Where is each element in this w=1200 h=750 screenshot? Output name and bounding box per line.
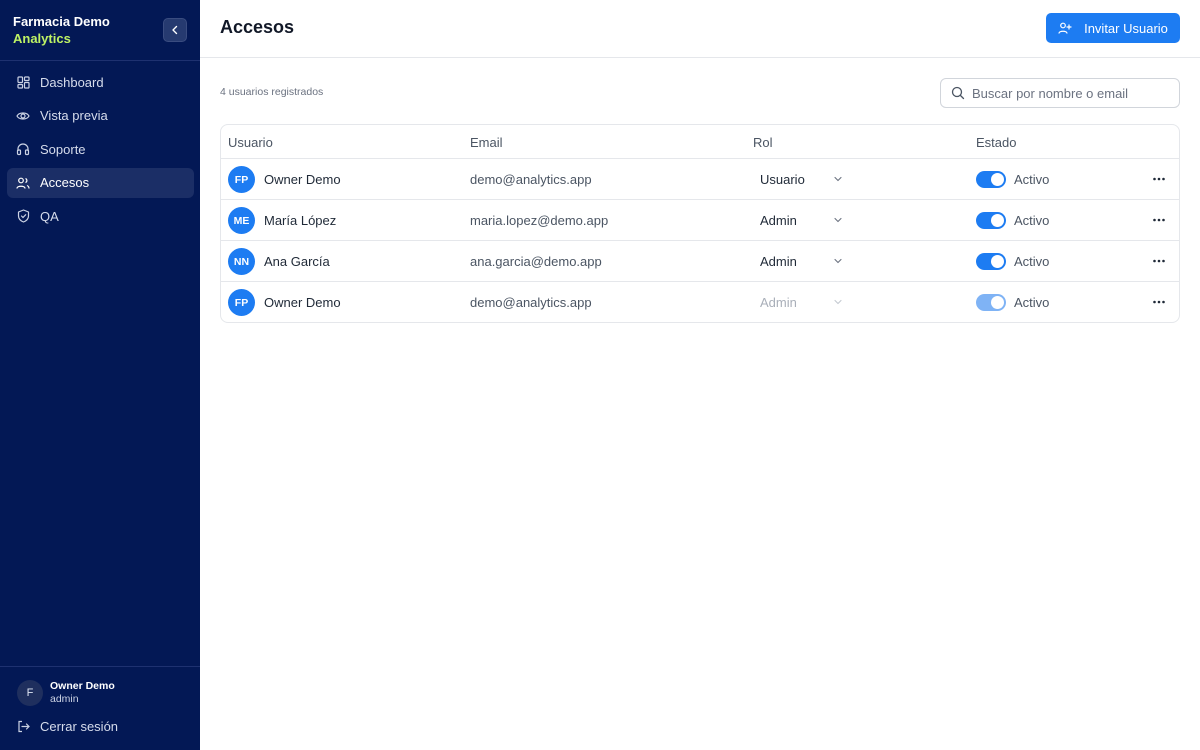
status-label: Activo bbox=[1014, 254, 1050, 269]
logout-label: Cerrar sesión bbox=[40, 719, 119, 734]
search-input[interactable] bbox=[972, 85, 1172, 101]
avatar: F bbox=[17, 680, 43, 706]
status-label: Activo bbox=[1014, 213, 1050, 228]
sidebar-divider bbox=[0, 60, 200, 61]
table-row: NN Ana García ana.garcia@demo.app Admin … bbox=[221, 241, 1179, 282]
page-title: Accesos bbox=[220, 17, 295, 37]
status-label: Activo bbox=[1014, 295, 1050, 310]
more-horizontal-icon bbox=[1153, 259, 1165, 263]
sidebar-item-accesos[interactable]: Accesos bbox=[7, 167, 194, 198]
brand-name: Farmacia Demo bbox=[13, 14, 110, 29]
status-toggle[interactable] bbox=[976, 253, 1006, 270]
table-row: ME María López maria.lopez@demo.app Admi… bbox=[221, 200, 1179, 241]
chevron-down-icon bbox=[834, 217, 842, 223]
user-email: ana.garcia@demo.app bbox=[470, 254, 602, 269]
sidebar-item-dashboard[interactable]: Dashboard bbox=[7, 67, 194, 97]
user-email: maria.lopez@demo.app bbox=[470, 213, 609, 228]
sidebar-divider bbox=[0, 666, 200, 667]
column-header-rol[interactable]: Rol bbox=[753, 135, 773, 150]
toggle-knob bbox=[991, 173, 1004, 186]
avatar: ME bbox=[228, 207, 255, 234]
grid-icon bbox=[16, 75, 30, 89]
table-row: FP Owner Demo demo@analytics.app Usuario… bbox=[221, 159, 1179, 200]
avatar: FP bbox=[228, 289, 255, 316]
user-plus-icon bbox=[1058, 21, 1072, 35]
role-value: Admin bbox=[760, 253, 797, 269]
user-email: demo@analytics.app bbox=[470, 172, 592, 187]
avatar: NN bbox=[228, 248, 255, 275]
eye-icon bbox=[16, 109, 30, 123]
user-name: Owner Demo bbox=[264, 295, 341, 310]
invite-label: Invitar Usuario bbox=[1084, 20, 1168, 36]
toggle-knob bbox=[991, 255, 1004, 268]
toggle-knob bbox=[991, 296, 1004, 309]
collapse-sidebar-button[interactable] bbox=[163, 18, 187, 42]
shield-check-icon bbox=[16, 209, 30, 223]
sidebar-item-label: QA bbox=[40, 208, 59, 224]
role-select: Admin bbox=[753, 288, 853, 316]
invite-user-button[interactable]: Invitar Usuario bbox=[1046, 13, 1180, 43]
brand-subtitle: Analytics bbox=[13, 31, 71, 46]
profile-role: admin bbox=[50, 693, 79, 705]
sidebar-item-label: Accesos bbox=[40, 175, 90, 190]
sidebar-item-vista-previa[interactable]: Vista previa bbox=[7, 101, 194, 131]
table-header: Usuario Email Rol Estado bbox=[221, 125, 1179, 159]
sidebar-item-qa[interactable]: QA bbox=[7, 201, 194, 231]
search-icon bbox=[951, 86, 965, 100]
headphones-icon bbox=[16, 142, 30, 156]
column-header-estado[interactable]: Estado bbox=[976, 135, 1016, 150]
sidebar-item-label: Soporte bbox=[40, 141, 86, 157]
users-icon bbox=[16, 176, 30, 190]
table-row: FP Owner Demo demo@analytics.app Admin A… bbox=[221, 282, 1179, 323]
sidebar-item-label: Dashboard bbox=[40, 74, 104, 90]
more-horizontal-icon bbox=[1153, 177, 1165, 181]
sidebar-item-label: Vista previa bbox=[40, 108, 108, 123]
column-header-email[interactable]: Email bbox=[470, 135, 503, 150]
more-horizontal-icon bbox=[1153, 218, 1165, 222]
status-toggle bbox=[976, 294, 1006, 311]
role-value: Usuario bbox=[760, 171, 805, 187]
chevron-down-icon bbox=[834, 176, 842, 182]
row-actions-button[interactable] bbox=[1149, 212, 1169, 228]
row-actions-button[interactable] bbox=[1149, 253, 1169, 269]
user-email: demo@analytics.app bbox=[470, 295, 592, 310]
search-box bbox=[940, 78, 1180, 108]
logout-icon bbox=[17, 720, 30, 733]
row-actions-button[interactable] bbox=[1149, 294, 1169, 310]
role-value: Admin bbox=[760, 212, 797, 228]
chevron-left-icon bbox=[172, 25, 178, 35]
logout-button[interactable]: Cerrar sesión bbox=[17, 719, 118, 734]
user-count: 4 usuarios registrados bbox=[220, 86, 324, 98]
row-actions-button[interactable] bbox=[1149, 171, 1169, 187]
profile-name: Owner Demo bbox=[50, 680, 115, 692]
role-select[interactable]: Admin bbox=[753, 247, 853, 275]
chevron-down-icon bbox=[834, 299, 842, 305]
status-label: Activo bbox=[1014, 172, 1050, 187]
toggle-knob bbox=[991, 214, 1004, 227]
brand: Farmacia Demo Analytics bbox=[13, 13, 110, 47]
status-toggle[interactable] bbox=[976, 212, 1006, 229]
role-select[interactable]: Admin bbox=[753, 206, 853, 234]
header-divider bbox=[200, 57, 1200, 58]
column-header-usuario[interactable]: Usuario bbox=[228, 135, 273, 150]
user-name: María López bbox=[264, 213, 337, 228]
avatar: FP bbox=[228, 166, 255, 193]
sidebar: Farmacia Demo Analytics Dashboard Vista … bbox=[0, 0, 200, 750]
role-value: Admin bbox=[760, 294, 797, 310]
user-name: Ana García bbox=[264, 254, 330, 269]
sidebar-nav: Dashboard Vista previa Soporte Accesos Q… bbox=[7, 67, 194, 235]
status-toggle[interactable] bbox=[976, 171, 1006, 188]
role-select[interactable]: Usuario bbox=[753, 165, 853, 193]
user-name: Owner Demo bbox=[264, 172, 341, 187]
users-table: Usuario Email Rol Estado FP Owner Demo d… bbox=[220, 124, 1180, 323]
more-horizontal-icon bbox=[1153, 300, 1165, 304]
chevron-down-icon bbox=[834, 258, 842, 264]
sidebar-item-soporte[interactable]: Soporte bbox=[7, 134, 194, 164]
user-profile[interactable]: F Owner Demo admin bbox=[17, 680, 115, 706]
